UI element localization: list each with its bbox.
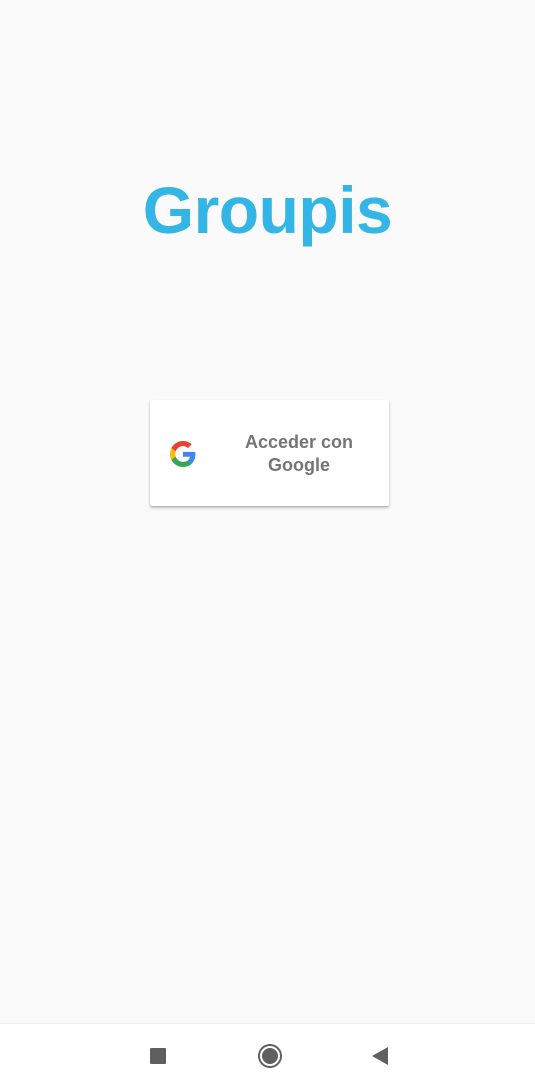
system-navigation-bar [0, 1023, 535, 1087]
google-sign-in-label-line1: Acceder con [244, 432, 354, 452]
back-button[interactable] [360, 1036, 400, 1076]
recents-button[interactable] [138, 1036, 178, 1076]
google-g-logo-icon [170, 441, 196, 467]
google-sign-in-button[interactable]: Acceder con Google [150, 400, 389, 506]
google-sign-in-label: Acceder con Google [228, 431, 370, 477]
app-title: Groupis [142, 173, 393, 247]
google-sign-in-label-line2: Google [268, 455, 330, 475]
home-circle-icon [260, 1046, 280, 1066]
home-button[interactable] [250, 1036, 290, 1076]
back-triangle-icon [372, 1047, 388, 1065]
recents-square-icon [150, 1048, 166, 1064]
